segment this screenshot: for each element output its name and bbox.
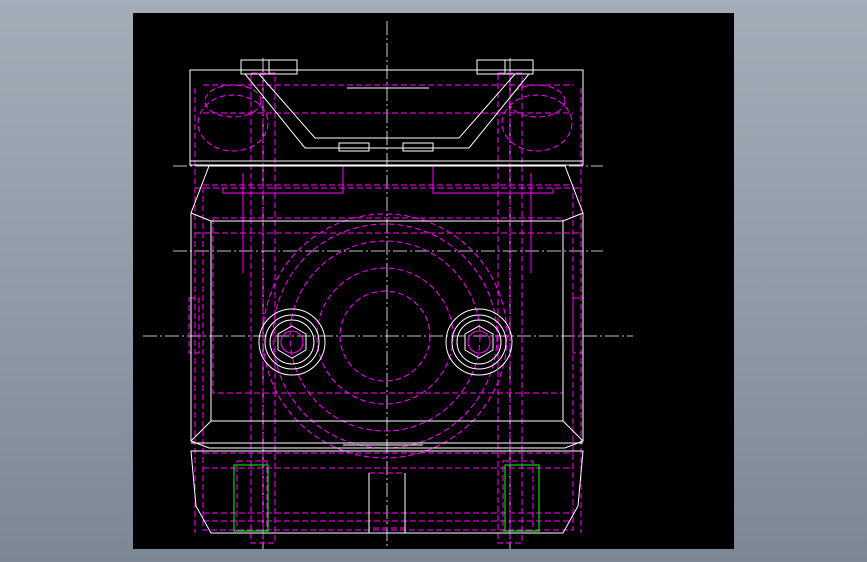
cad-front-view (143, 21, 633, 549)
hex-socket-bolt-right-icon[interactable] (445, 308, 513, 376)
hidden-lines (188, 72, 584, 544)
cad-drawing-viewport[interactable] (133, 13, 734, 549)
centerlines (143, 21, 633, 549)
visible-outline (189, 59, 584, 534)
